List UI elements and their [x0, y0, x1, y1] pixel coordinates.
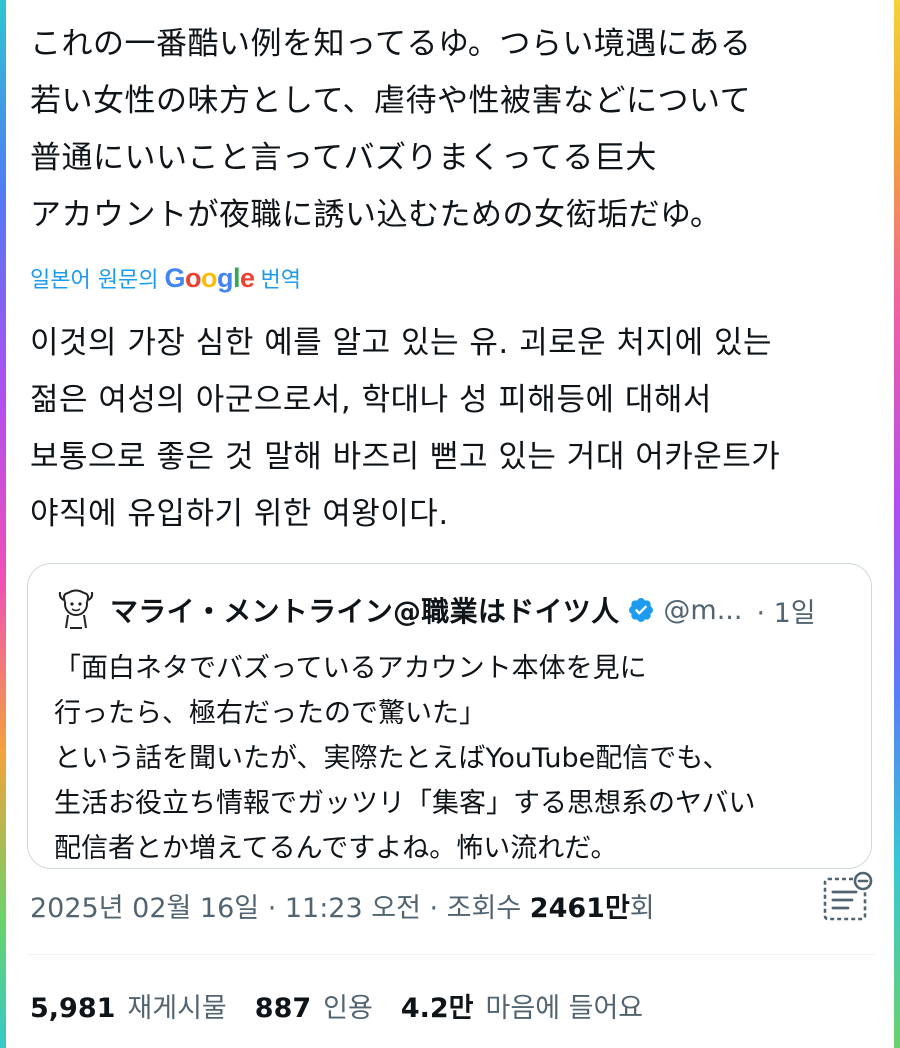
translation-suffix: 번역 — [260, 268, 301, 293]
likes-label[interactable]: 마음에 들어요 — [486, 986, 644, 1025]
quoted-tweet-text: 「面白ネタでバズっているアカウント本体を見に 行ったら、極右だったので驚いた」 … — [54, 653, 756, 864]
engagement-stats: 5,981 재게시물 887 인용 4.2만 마음에 들어요 — [30, 986, 671, 1025]
views-suffix: 회 — [629, 893, 655, 924]
google-logo-letter: G — [164, 262, 185, 293]
google-logo-letter: o — [200, 262, 218, 293]
tweet-original-text: これの一番酷い例を知ってるゆ。つらい境遇にある 若い女性の味方として、虐待や性被… — [30, 26, 752, 233]
quoted-author-handle[interactable]: @m... — [663, 595, 742, 626]
quotes-count[interactable]: 887 — [255, 993, 311, 1024]
tweet-timestamp[interactable]: 2025년 02월 16일 · 11:23 오전 · 조회수 — [30, 893, 521, 924]
google-logo-letter: e — [239, 262, 255, 293]
right-edge-gradient — [894, 0, 900, 1048]
views-count: 2461만 — [529, 893, 630, 924]
view-analytics-icon[interactable] — [820, 870, 876, 922]
divider — [27, 954, 875, 955]
reposts-count[interactable]: 5,981 — [30, 993, 115, 1024]
tweet-meta: 2025년 02월 16일 · 11:23 오전 · 조회수 2461만회 — [30, 886, 655, 925]
quoted-author-name[interactable]: マライ・メントライン@職業はドイツ人 — [110, 590, 619, 630]
reposts-label[interactable]: 재게시물 — [127, 986, 226, 1025]
avatar[interactable] — [56, 588, 96, 632]
google-logo-letter: l — [232, 262, 241, 293]
google-logo-letter: g — [216, 262, 234, 293]
translation-attribution[interactable]: 일본어 원문의 Google 번역 — [30, 262, 301, 294]
quoted-tweet-time[interactable]: · 1일 — [756, 591, 815, 630]
google-logo-letter: o — [184, 262, 202, 293]
quoted-tweet-card[interactable]: マライ・メントライン@職業はドイツ人 @m... · 1일 「面白ネタでバズって… — [27, 563, 872, 869]
quoted-tweet-header: マライ・メントライン@職業はドイツ人 @m... · 1일 — [56, 588, 816, 632]
tweet-translated-text: 이것의 가장 심한 예를 알고 있는 유. 괴로운 처지에 있는 젊은 여성의 … — [30, 325, 781, 532]
translation-prefix: 일본어 원문의 — [30, 268, 159, 293]
left-edge-gradient — [0, 0, 6, 1048]
google-logo: Google — [164, 262, 255, 294]
quotes-label[interactable]: 인용 — [323, 986, 373, 1025]
verified-badge-icon — [629, 598, 654, 622]
likes-count[interactable]: 4.2만 — [401, 986, 474, 1025]
